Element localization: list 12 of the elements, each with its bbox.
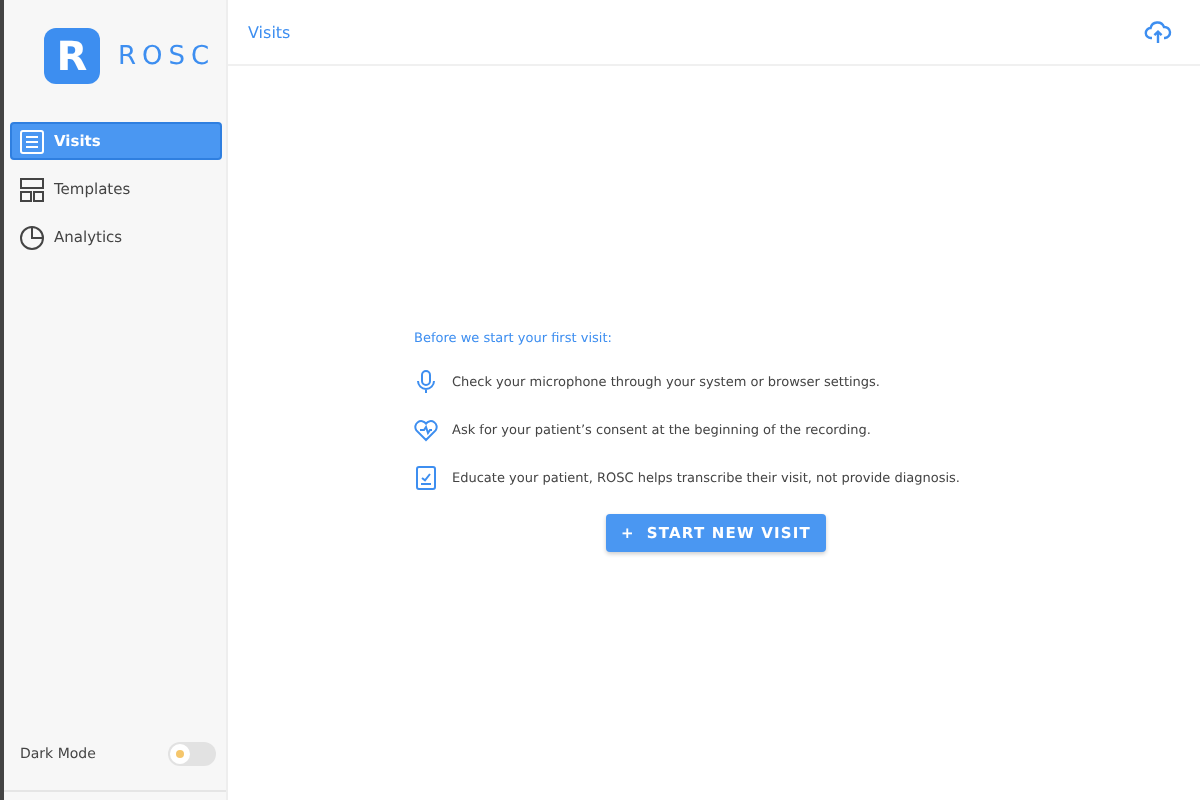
page-title: Visits (248, 23, 291, 41)
cloud-upload-icon[interactable] (1144, 20, 1172, 44)
heart-icon (414, 419, 438, 441)
dark-mode-toggle[interactable] (168, 742, 216, 766)
pie-chart-icon (20, 225, 44, 249)
logo-text: ROSC (118, 41, 216, 71)
logo-icon: R (44, 28, 100, 84)
list-icon (20, 129, 44, 153)
sun-icon (172, 746, 188, 762)
document-icon (414, 466, 438, 490)
microphone-icon (414, 370, 438, 394)
layout-icon (20, 177, 44, 201)
